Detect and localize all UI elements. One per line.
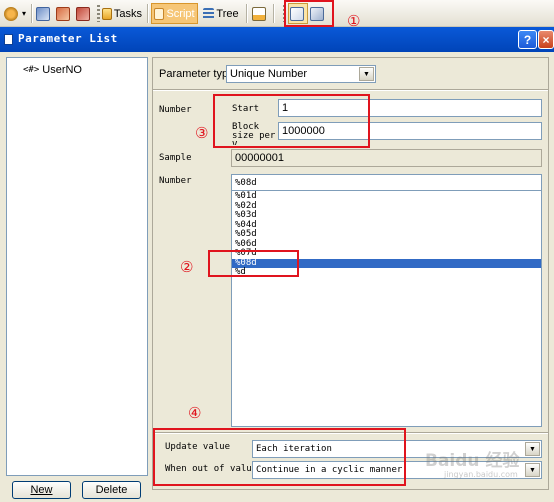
number-section-label: Number — [159, 105, 192, 115]
number-format-option[interactable]: %04d — [232, 220, 541, 231]
number-format-option[interactable]: %05d — [232, 229, 541, 240]
chevron-down-icon: ▼ — [359, 67, 374, 81]
tasks-icon — [102, 7, 112, 20]
number-format-option[interactable]: %02d — [232, 201, 541, 212]
watermark-url: jingyan.baidu.com — [444, 470, 518, 479]
dialog-title-bar[interactable]: Parameter List ? × — [0, 27, 554, 52]
script-button[interactable]: Script — [151, 3, 198, 24]
tree-label: Tree — [216, 7, 239, 20]
number-format-value: %08d — [235, 178, 257, 188]
chevron-down-icon: ▼ — [525, 442, 540, 456]
annotation-box-1 — [284, 0, 334, 27]
tasks-button[interactable]: Tasks — [102, 3, 142, 24]
stop-icon[interactable] — [75, 3, 93, 24]
tree-button[interactable]: Tree — [201, 3, 241, 24]
number-format-option[interactable]: %06d — [232, 239, 541, 250]
output-window-icon[interactable] — [251, 3, 269, 24]
sample-display: 00000001 — [231, 149, 542, 167]
annotation-marker-2: ② — [180, 258, 194, 276]
new-button[interactable]: New — [12, 481, 71, 499]
sample-value: 00000001 — [235, 152, 284, 164]
number-format-option[interactable]: %01d — [232, 191, 541, 202]
script-label: Script — [166, 7, 195, 20]
toolbar-grip — [97, 5, 100, 22]
toolbar: ▾ Tasks Script Tree ① — [0, 0, 554, 30]
annotation-box-4 — [153, 428, 406, 486]
toolbar-separator — [147, 4, 149, 23]
settings-gear-icon[interactable] — [3, 3, 21, 24]
record-icon[interactable] — [55, 3, 73, 24]
new-button-label: New — [30, 484, 53, 496]
replay-log-icon[interactable] — [35, 3, 53, 24]
toolbar-separator — [246, 4, 248, 23]
close-button[interactable]: × — [538, 30, 554, 49]
delete-button[interactable]: Delete — [82, 481, 141, 499]
annotation-marker-4: ④ — [188, 404, 202, 422]
tree-icon — [203, 7, 215, 20]
watermark-logo: Baidu 经验 — [425, 451, 520, 471]
help-button[interactable]: ? — [518, 30, 537, 49]
toolbar-separator — [31, 4, 33, 23]
number-format-label: Number — [159, 176, 192, 186]
parameter-type-select[interactable]: Unique Number ▼ — [226, 65, 376, 83]
parameter-type-value: Unique Number — [230, 68, 308, 80]
sample-label: Sample — [159, 153, 192, 163]
delete-button-label: Delete — [95, 484, 128, 496]
parameter-hash-icon: <#> — [23, 65, 40, 75]
parameter-tree[interactable]: <#> UserNO — [6, 57, 148, 476]
dialog-title: Parameter List — [18, 32, 118, 45]
section-divider — [153, 89, 548, 91]
chevron-down-icon: ▼ — [525, 463, 540, 477]
toolbar-separator — [273, 4, 275, 23]
tree-item-label: UserNO — [42, 64, 82, 76]
number-format-option[interactable]: %03d — [232, 210, 541, 221]
annotation-box-3 — [213, 94, 370, 148]
dialog-icon — [4, 34, 13, 45]
dropdown-chevron-icon[interactable]: ▾ — [20, 3, 28, 24]
tree-item-userno[interactable]: <#> UserNO — [23, 64, 82, 76]
tasks-label: Tasks — [113, 7, 142, 20]
annotation-marker-3: ③ — [195, 124, 209, 142]
number-format-list[interactable]: %01d %02d %03d %04d %05d %06d %07d %08d %d — [231, 190, 542, 427]
annotation-box-2 — [208, 250, 299, 277]
script-icon — [154, 7, 165, 20]
